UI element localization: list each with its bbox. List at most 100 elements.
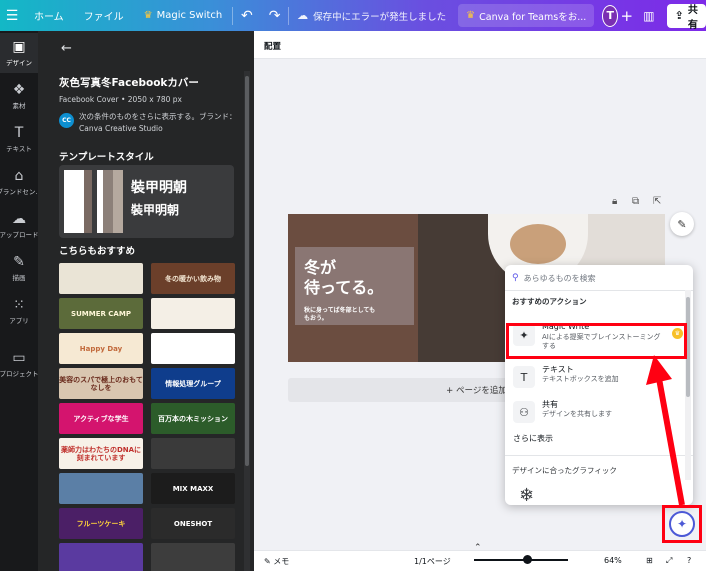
design-latte: [510, 224, 566, 264]
panel-scrollbar-thumb[interactable]: [245, 76, 249, 466]
template-thumb[interactable]: 百万本の木ミッション: [151, 403, 235, 434]
menu-icon[interactable]: ☰: [0, 0, 24, 31]
popup-search[interactable]: ⚲ あらゆるものを検索: [512, 269, 687, 287]
side-rail: ▣ デザイン ❖ 素材 T テキスト ⌂ ブランドセン... ☁ アップロード …: [0, 31, 42, 571]
back-arrow-icon[interactable]: ←: [61, 41, 72, 56]
magic-switch-button[interactable]: ♛ Magic Switch: [134, 0, 233, 31]
rail-item-draw[interactable]: ✎ 描画: [0, 248, 38, 288]
zoom-slider-handle[interactable]: [523, 555, 532, 564]
template-thumb[interactable]: [59, 263, 143, 294]
memo-button[interactable]: ✎ メモ: [264, 556, 289, 567]
template-thumb[interactable]: SUMMER CAMP: [59, 298, 143, 329]
template-thumb[interactable]: [151, 298, 235, 329]
swatch-brown: [84, 170, 92, 233]
save-status[interactable]: ☁ 保存中にエラーが発生しました: [289, 0, 454, 31]
search-input[interactable]: あらゆるものを検索: [524, 273, 596, 284]
add-page-icon[interactable]: ⇱: [653, 196, 661, 207]
template-style-card[interactable]: 裝甲明朝 裝甲明朝: [59, 165, 234, 238]
rail-item-apps[interactable]: ⁙ アプリ: [0, 291, 38, 331]
swatch-beige: [113, 170, 123, 233]
apps-icon: ⁙: [13, 297, 25, 313]
folder-icon: ▭: [12, 350, 26, 366]
elements-icon: ❖: [12, 82, 26, 98]
design-headline[interactable]: 冬が 待ってる。: [304, 258, 383, 298]
share-button[interactable]: ⇪ 共有: [666, 3, 706, 31]
rail-item-text[interactable]: T テキスト: [0, 119, 38, 159]
template-thumb[interactable]: 冬の暖かい飲み物: [151, 263, 235, 294]
rail-item-elements[interactable]: ❖ 素材: [0, 76, 38, 116]
template-panel: ← 灰色写真冬Facebookカバー Facebook Cover • 2050…: [38, 31, 254, 571]
action-title: 共有: [542, 400, 558, 409]
template-thumb[interactable]: [59, 473, 143, 504]
cloud-icon: ☁: [297, 9, 309, 22]
recommended-heading: おすすめのアクション: [512, 297, 587, 306]
rail-item-projects[interactable]: ▭ プロジェクト: [0, 344, 39, 384]
template-thumb[interactable]: [151, 438, 235, 469]
brand-text: 次の条件のものをさらに表示する。ブランド：Canva Creative Stud…: [79, 112, 237, 133]
action-title: テキスト: [542, 365, 574, 374]
template-thumb[interactable]: フルーツケーキ: [59, 508, 143, 539]
search-icon: ⚲: [512, 273, 519, 283]
rail-item-design[interactable]: ▣ デザイン: [0, 33, 38, 73]
crown-icon: ♛: [143, 10, 153, 21]
template-thumb[interactable]: [151, 333, 235, 364]
graphics-heading: デザインに合ったグラフィック: [512, 466, 617, 475]
top-bar: ☰ ホーム ファイル ♛ Magic Switch ↶ ↷ ☁ 保存中にエラーが…: [0, 0, 706, 31]
brand-info[interactable]: CC 次の条件のものをさらに表示する。ブランド：Canva Creative S…: [59, 111, 254, 135]
highlight-magic-write: [506, 323, 687, 359]
template-thumb[interactable]: ONESHOT: [151, 508, 235, 539]
grid-view-icon[interactable]: ⊞: [646, 556, 653, 565]
template-thumb[interactable]: アクティブな学生: [59, 403, 143, 434]
swatch-white: [64, 170, 84, 233]
annotation-arrow: [646, 355, 685, 506]
comment-icon[interactable]: ✎: [670, 212, 694, 236]
template-title: 灰色写真冬Facebookカバー: [59, 77, 199, 89]
fullscreen-icon[interactable]: ⤢: [666, 556, 672, 566]
template-thumb[interactable]: 情報処理グループ: [151, 368, 235, 399]
style-font-sample-small: 裝甲明朝: [131, 203, 180, 217]
draw-icon: ✎: [13, 254, 25, 270]
brand-logo: CC: [59, 113, 74, 128]
template-thumb[interactable]: 美容のスパで極上のおもてなしを: [59, 368, 143, 399]
crown-icon: ♛: [466, 10, 476, 21]
upload-icon: ☁: [12, 211, 26, 227]
show-more-link[interactable]: さらに表示: [513, 433, 553, 444]
template-thumb[interactable]: [151, 543, 235, 571]
teams-label: Canva for Teamsをお...: [479, 11, 587, 23]
position-button[interactable]: 配置: [264, 40, 281, 52]
redo-icon[interactable]: ↷: [261, 0, 289, 31]
canvas-header: 配置: [254, 31, 706, 59]
help-icon[interactable]: ?: [687, 556, 691, 565]
layout-icon: ▣: [12, 39, 26, 55]
divider: [505, 290, 693, 291]
swatch-gray: [103, 170, 113, 233]
undo-icon[interactable]: ↶: [233, 0, 261, 31]
zoom-level[interactable]: 64%: [604, 556, 622, 565]
duplicate-icon[interactable]: ⧉: [632, 196, 639, 207]
lock-icon[interactable]: 🔒︎: [612, 196, 617, 207]
home-button[interactable]: ホーム: [24, 0, 74, 31]
text-icon: T: [513, 366, 535, 388]
file-menu-button[interactable]: ファイル: [74, 0, 134, 31]
recommend-heading: こちらもおすすめ: [59, 246, 136, 257]
magic-sparkle-button[interactable]: ✦: [669, 511, 695, 537]
design-subtext[interactable]: 秋に身ってば冬部としても もおう。: [304, 307, 375, 323]
snowflake-graphic-icon[interactable]: ❄: [519, 485, 534, 505]
template-thumb[interactable]: [59, 543, 143, 571]
add-member-icon[interactable]: +: [618, 0, 635, 31]
brand-icon: ⌂: [14, 168, 24, 184]
template-thumb[interactable]: MIX MAXX: [151, 473, 235, 504]
template-thumb[interactable]: Happy Day: [59, 333, 143, 364]
avatar[interactable]: T: [602, 4, 619, 27]
notes-icon: ✎: [264, 557, 274, 566]
insights-chart-icon[interactable]: ▥: [635, 0, 662, 31]
template-thumb[interactable]: 薬師力はわたちのDNAに刻まれています: [59, 438, 143, 469]
zoom-slider[interactable]: [474, 559, 568, 561]
rail-item-brand[interactable]: ⌂ ブランドセン...: [0, 162, 42, 202]
share-label: 共有: [687, 4, 698, 31]
page-count[interactable]: 1/1ページ: [414, 556, 451, 567]
upload-share-icon: ⇪: [674, 9, 684, 22]
rail-item-uploads[interactable]: ☁ アップロード: [0, 205, 39, 245]
canva-teams-button[interactable]: ♛ Canva for Teamsをお...: [458, 4, 595, 27]
style-font-sample-large: 裝甲明朝: [131, 180, 187, 196]
